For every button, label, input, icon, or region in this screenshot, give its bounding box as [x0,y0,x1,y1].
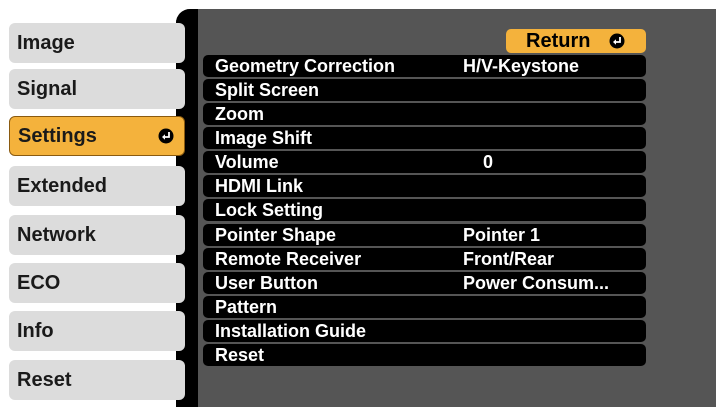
menu-item-installation-guide[interactable]: Installation Guide [203,320,646,342]
tab-label: Network [17,223,96,246]
tab-label: Image [17,31,75,54]
menu-item-label: Lock Setting [215,200,324,220]
tab-network[interactable]: Network [9,215,185,255]
menu-item-pointer-shape[interactable]: Pointer Shape Pointer 1 [203,224,646,246]
menu-item-lock-setting[interactable]: Lock Setting [203,199,646,221]
tab-extended[interactable]: Extended [9,166,185,206]
menu-item-value: Front/Rear [463,249,555,269]
return-button[interactable]: Return [506,29,646,53]
projector-menu-screen: Image Signal Settings Extended Network E… [0,0,719,407]
menu-item-value: 0 [483,152,494,172]
menu-item-split-screen[interactable]: Split Screen [203,79,646,101]
menu-item-user-button[interactable]: User Button Power Consum... [203,272,646,294]
enter-icon [158,128,174,144]
tab-info[interactable]: Info [9,311,185,351]
tab-label: Info [17,319,54,342]
tab-signal[interactable]: Signal [9,69,185,109]
menu-item-label: Reset [215,345,265,365]
tab-label: Extended [17,174,108,197]
menu-item-image-shift[interactable]: Image Shift [203,127,646,149]
menu-item-value: Pointer 1 [463,225,541,245]
tab-reset[interactable]: Reset [9,360,185,400]
menu-item-geometry-correction[interactable]: Geometry Correction H/V-Keystone [203,55,646,77]
menu-item-hdmi-link[interactable]: HDMI Link [203,175,646,197]
menu-item-label: Split Screen [215,80,320,100]
tab-settings[interactable]: Settings [9,116,185,156]
menu-item-label: Remote Receiver [215,249,362,269]
menu-item-label: Geometry Correction [215,56,396,76]
tab-label: Settings [18,124,97,147]
tab-label: Reset [17,368,72,391]
tab-label: ECO [17,271,61,294]
tab-eco[interactable]: ECO [9,263,185,303]
tab-label: Signal [17,77,78,100]
menu-item-pattern[interactable]: Pattern [203,296,646,318]
menu-item-label: Zoom [215,104,264,124]
menu-item-remote-receiver[interactable]: Remote Receiver Front/Rear [203,248,646,270]
menu-item-reset[interactable]: Reset [203,344,646,366]
menu-item-label: User Button [215,273,318,293]
menu-item-value: Power Consum... [463,273,610,293]
menu-item-label: Volume [215,152,279,172]
menu-item-label: HDMI Link [215,176,303,196]
tab-image[interactable]: Image [9,23,185,63]
menu-item-label: Pointer Shape [215,225,337,245]
menu-item-label: Image Shift [215,128,313,148]
menu-item-value: H/V-Keystone [463,56,580,76]
menu-item-label: Installation Guide [215,321,367,341]
menu-item-label: Pattern [215,297,278,317]
enter-icon [609,33,625,49]
menu-item-zoom[interactable]: Zoom [203,103,646,125]
menu-item-volume[interactable]: Volume 0 [203,151,646,173]
return-label: Return [526,30,591,52]
